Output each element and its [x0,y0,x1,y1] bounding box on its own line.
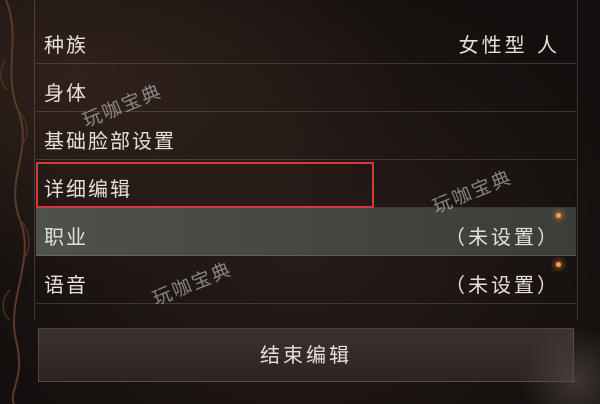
glow-ornament-icon [556,262,561,267]
menu-item-value: （未设置） [445,225,560,249]
end-editing-button[interactable]: 结束编辑 [38,328,574,382]
menu-item-label: 基础脸部设置 [44,129,176,153]
character-creation-screen: 种族 女性型 人 身体 基础脸部设置 详细编辑 职业 （未设置） 语音 （未设置… [0,0,600,404]
decorative-vine-border [0,0,30,404]
menu-item-value: 女性型 人 [458,33,560,57]
menu-item-race[interactable]: 种族 女性型 人 [36,16,576,64]
menu-item-class[interactable]: 职业 （未设置） [36,208,576,256]
menu-item-voice[interactable]: 语音 （未设置） [36,256,576,304]
blurred-corner [520,324,600,404]
menu-item-value: （未设置） [445,273,560,297]
menu-item-label: 种族 [44,33,88,57]
glow-ornament-icon [556,213,561,218]
menu-item-label: 语音 [44,273,88,297]
menu-item-label: 身体 [44,81,88,105]
selection-highlight-box [36,162,374,208]
menu-item-label: 职业 [44,225,88,249]
